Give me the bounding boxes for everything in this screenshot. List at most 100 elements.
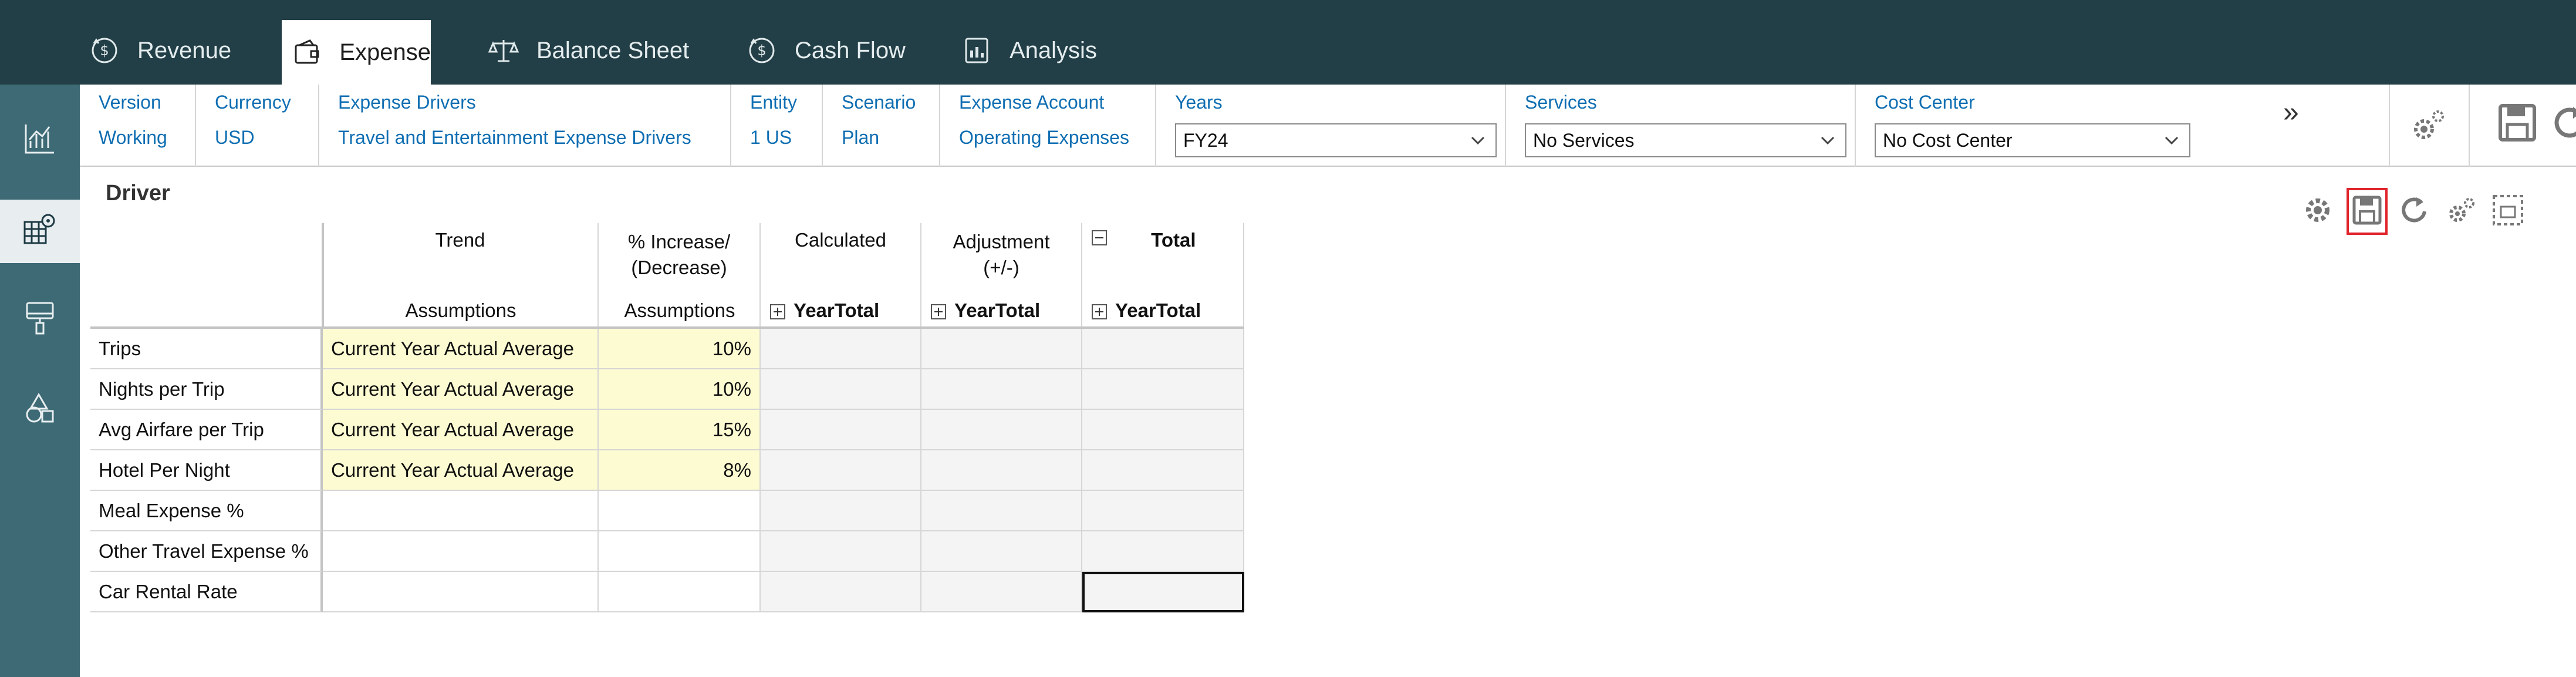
tab-revenue[interactable]: $ Revenue — [88, 16, 231, 85]
chevron-down-icon — [1467, 130, 1488, 151]
trend-cell[interactable]: Current Year Actual Average — [323, 450, 599, 491]
calculated-cell[interactable] — [761, 531, 921, 572]
collapse-icon[interactable] — [1092, 230, 1107, 245]
trend-cell[interactable] — [323, 491, 599, 531]
pov-scenario-value[interactable]: Plan — [842, 127, 879, 149]
increase-cell[interactable] — [599, 572, 761, 612]
header-yeartotal-label: YearTotal — [1115, 299, 1201, 321]
rail-item-rules[interactable] — [0, 378, 80, 442]
pov-cost-center: Cost Center No Cost Center — [1856, 85, 2206, 167]
pov-bar: Version Working Currency USD Expense Dri… — [80, 85, 2576, 167]
total-cell[interactable] — [1082, 491, 1244, 531]
total-cell[interactable] — [1082, 410, 1244, 450]
expand-icon[interactable] — [770, 304, 785, 320]
trend-cell[interactable]: Current Year Actual Average — [323, 410, 599, 450]
calculated-cell[interactable] — [761, 329, 921, 369]
adjustment-cell[interactable] — [921, 450, 1082, 491]
tab-label: Expense — [339, 39, 431, 65]
pov-entity[interactable]: Entity 1 US — [731, 85, 823, 167]
rail-item-formatting[interactable] — [0, 288, 80, 351]
tab-cash-flow[interactable]: $ Cash Flow — [745, 16, 906, 85]
pov-currency-value[interactable]: USD — [215, 127, 255, 149]
calculated-cell[interactable] — [761, 491, 921, 531]
increase-cell[interactable] — [599, 491, 761, 531]
pov-save-button[interactable] — [2497, 102, 2538, 147]
adjustment-cell[interactable] — [921, 369, 1082, 410]
tab-label: Revenue — [137, 37, 232, 63]
header-total-yeartotal[interactable]: YearTotal — [1092, 299, 1238, 326]
row-header: Nights per Trip — [90, 369, 323, 410]
panel-title: Driver — [106, 181, 170, 206]
pov-years-label: Years — [1175, 92, 1223, 113]
report-icon — [960, 34, 993, 67]
calculated-cell[interactable] — [761, 410, 921, 450]
trend-cell[interactable]: Current Year Actual Average — [323, 369, 599, 410]
pov-entity-value[interactable]: 1 US — [750, 127, 792, 149]
pov-account-value[interactable]: Operating Expenses — [959, 127, 1129, 149]
total-cell[interactable] — [1082, 531, 1244, 572]
pov-scenario[interactable]: Scenario Plan — [823, 85, 940, 167]
maximize-icon — [2491, 194, 2524, 230]
grid-save-button[interactable] — [2347, 188, 2388, 235]
cost-center-dropdown[interactable]: No Cost Center — [1875, 123, 2190, 157]
tab-analysis[interactable]: Analysis — [960, 16, 1097, 85]
header-calculated-yeartotal[interactable]: YearTotal — [770, 299, 917, 326]
expand-icon[interactable] — [1092, 304, 1107, 320]
services-dropdown[interactable]: No Services — [1525, 123, 1846, 157]
trend-cell[interactable] — [323, 531, 599, 572]
adjustment-cell[interactable] — [921, 410, 1082, 450]
left-rail — [0, 85, 80, 677]
pov-currency[interactable]: Currency USD — [196, 85, 319, 167]
header-adjustment-yeartotal[interactable]: YearTotal — [931, 299, 1078, 326]
chevron-down-icon — [1817, 130, 1838, 151]
pov-drivers-value[interactable]: Travel and Entertainment Expense Drivers — [338, 127, 691, 149]
calculated-cell[interactable] — [761, 369, 921, 410]
increase-cell[interactable]: 8% — [599, 450, 761, 491]
grid-actions-button[interactable] — [2440, 188, 2482, 235]
pov-currency-label: Currency — [215, 92, 291, 113]
pov-version[interactable]: Version Working — [80, 85, 196, 167]
increase-cell[interactable]: 15% — [599, 410, 761, 450]
pov-version-value[interactable]: Working — [99, 127, 167, 149]
increase-cell[interactable]: 10% — [599, 369, 761, 410]
total-cell[interactable] — [1082, 369, 1244, 410]
gear-icon — [2301, 194, 2334, 230]
tab-balance-sheet[interactable]: Balance Sheet — [487, 16, 689, 85]
years-dropdown[interactable]: FY24 — [1175, 123, 1497, 157]
trend-cell[interactable] — [323, 572, 599, 612]
grid-refresh-button[interactable] — [2393, 188, 2435, 235]
gears-icon — [2408, 110, 2449, 148]
rail-item-forms[interactable] — [0, 200, 80, 263]
adjustment-cell[interactable] — [921, 572, 1082, 612]
grid-maximize-button[interactable] — [2487, 188, 2528, 235]
pov-expense-drivers[interactable]: Expense Drivers Travel and Entertainment… — [319, 85, 731, 167]
pov-settings-button[interactable] — [2408, 105, 2449, 146]
calculated-cell[interactable] — [761, 572, 921, 612]
pov-drivers-label: Expense Drivers — [338, 92, 476, 113]
total-cell[interactable] — [1082, 450, 1244, 491]
pov-entity-label: Entity — [750, 92, 798, 113]
grid-settings-button[interactable] — [2297, 188, 2338, 235]
pov-expense-account[interactable]: Expense Account Operating Expenses — [940, 85, 1156, 167]
row-header: Hotel Per Night — [90, 450, 323, 491]
adjustment-cell[interactable] — [921, 491, 1082, 531]
gears-icon — [2445, 194, 2477, 230]
refresh-icon — [2550, 107, 2576, 146]
scales-icon — [487, 34, 520, 67]
row-header: Avg Airfare per Trip — [90, 410, 323, 450]
total-cell[interactable] — [1082, 329, 1244, 369]
trend-cell[interactable]: Current Year Actual Average — [323, 329, 599, 369]
more-pov-button[interactable]: » — [2283, 96, 2299, 129]
row-header: Meal Expense % — [90, 491, 323, 531]
selected-total-cell[interactable] — [1082, 572, 1244, 612]
increase-cell[interactable]: 10% — [599, 329, 761, 369]
expand-icon[interactable] — [931, 304, 946, 320]
rail-item-charts[interactable] — [0, 108, 80, 171]
tab-expense[interactable]: Expense — [282, 16, 431, 85]
pov-refresh-button[interactable] — [2550, 102, 2576, 147]
wallet-icon — [292, 36, 323, 69]
adjustment-cell[interactable] — [921, 531, 1082, 572]
adjustment-cell[interactable] — [921, 329, 1082, 369]
calculated-cell[interactable] — [761, 450, 921, 491]
increase-cell[interactable] — [599, 531, 761, 572]
